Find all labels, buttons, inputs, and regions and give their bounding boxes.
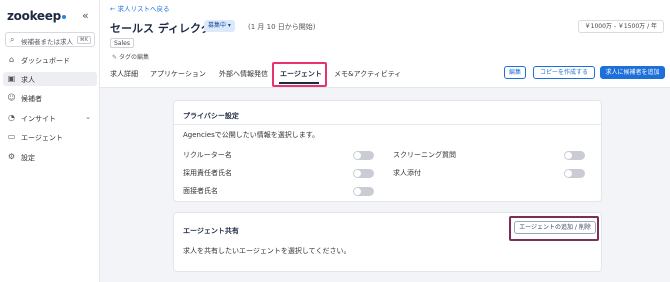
sidebar-item-label: 候補者 [21,95,42,103]
tab-notes-activity[interactable]: メモ&アクティビティ [334,69,401,79]
divider [174,124,601,125]
add-candidate-button[interactable]: 求人に候補者を追加 [600,66,665,79]
salary-badge: ￥1000万 - ￥1500万 / 年 [577,20,664,33]
gear-icon: ⚙ [7,152,16,161]
search-placeholder: 候補者または求人 [21,38,73,46]
shortcut-badge: ⌘K [76,36,91,44]
chart-icon: ◔ [8,113,15,122]
home-icon: ⌂ [8,55,15,64]
sidebar-item-label: インサイト [21,115,56,123]
agent-icon: ▭ [7,132,16,141]
back-link[interactable]: ← 求人リストへ戻る [110,3,170,13]
sidebar-item-label: 設定 [21,154,35,162]
tab-highlight-box [272,62,327,87]
sidebar-item-agents[interactable]: ▭ エージェント [3,130,97,144]
tag-badge: Sales [110,38,134,48]
briefcase-icon: ▣ [7,74,16,83]
main-content: ← 求人リストへ戻る セールス ディレクター 募集中 ▾ (1 月 10 日から… [100,0,670,282]
sidebar-item-label: 求人 [21,76,35,84]
pencil-icon: ✎ [112,54,118,61]
option-interviewer-name: 面接者氏名 [183,187,218,195]
tab-applications[interactable]: アプリケーション [150,69,206,79]
status-dropdown[interactable]: 募集中 ▾ [204,20,235,32]
sidebar-item-jobs[interactable]: ▣ 求人 [3,72,97,86]
button-highlight-box [509,216,599,241]
tab-publish[interactable]: 外部へ情報発信 [219,69,268,79]
sidebar-item-label: エージェント [21,134,63,142]
search-input[interactable]: ⌕ 候補者または求人 ⌘K [5,32,95,47]
user-icon: ☺ [7,93,16,102]
edit-button[interactable]: 編集 [504,66,526,79]
agent-share-title: エージェント共有 [183,227,239,235]
sidebar-item-label: ダッシュボード [21,57,70,65]
sidebar: zookeep « ⌕ 候補者または求人 ⌘K ⌂ ダッシュボード ▣ 求人 ☺… [0,0,100,282]
toggle-recruiter-name[interactable] [353,151,374,160]
sidebar-item-insights[interactable]: ◔ インサイト ⌄ [3,111,97,125]
option-hiring-manager-name: 採用責任者氏名 [183,169,232,177]
search-icon: ⌕ [10,35,15,44]
tag-edit-link[interactable]: ✎ タグの編集 [112,52,149,61]
option-screening-questions: スクリーニング質問 [393,151,456,159]
option-job-attachments: 求人添付 [393,169,421,177]
toggle-interviewer-name[interactable] [353,187,374,196]
sidebar-item-candidates[interactable]: ☺ 候補者 [3,91,97,105]
job-header: ← 求人リストへ戻る セールス ディレクター 募集中 ▾ (1 月 10 日から… [100,0,670,88]
option-recruiter-name: リクルーター名 [183,151,232,159]
sidebar-item-settings[interactable]: ⚙ 設定 [3,150,97,164]
tag-edit-label: タグの編集 [119,54,150,61]
toggle-screening-questions[interactable] [564,151,585,160]
toggle-hiring-manager-name[interactable] [353,169,374,178]
create-copy-button[interactable]: コピーを作成する [533,66,595,79]
agent-share-description: 求人を共有したいエージェントを選択してください。 [183,247,351,255]
start-date-text: (1 月 10 日から開始) [248,23,316,31]
privacy-description: Agenciesで公開したい情報を選択します。 [183,131,320,139]
tab-job-details[interactable]: 求人詳細 [110,69,138,79]
chevron-down-icon: ⌄ [85,113,91,121]
collapse-sidebar-icon[interactable]: « [82,9,89,22]
toggle-job-attachments[interactable] [564,169,585,178]
privacy-title: プライバシー設定 [183,112,239,120]
app-logo[interactable]: zookeep [7,9,66,23]
privacy-settings-card: プライバシー設定 Agenciesで公開したい情報を選択します。 リクルーター名… [173,100,602,202]
sidebar-item-dashboard[interactable]: ⌂ ダッシュボード [3,53,97,67]
